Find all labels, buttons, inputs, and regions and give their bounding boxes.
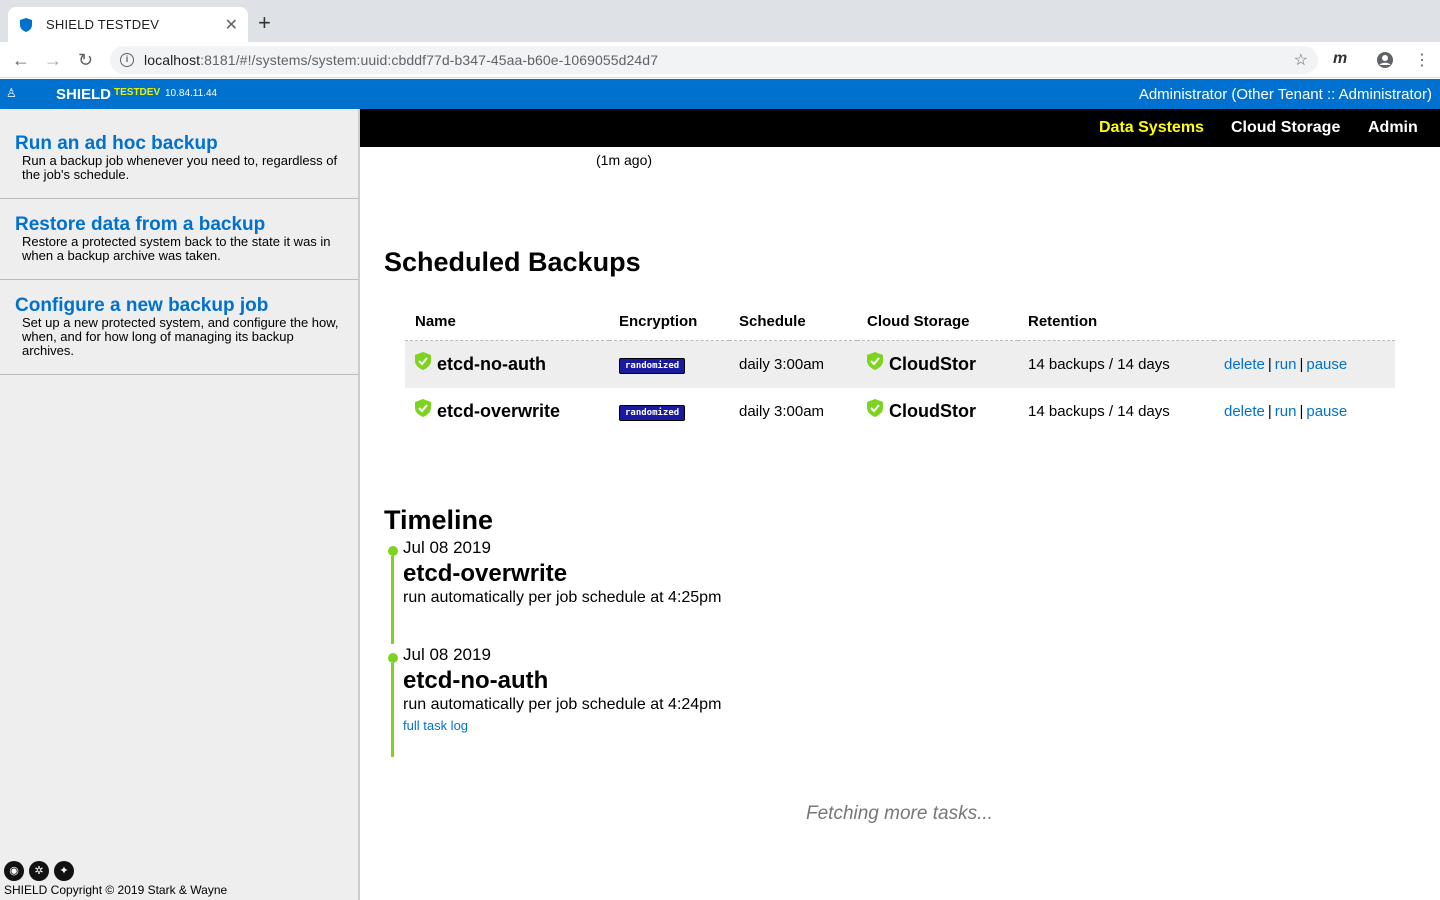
row-actions: delete | run | pause: [1224, 402, 1348, 420]
retention-cell: 14 backups / 14 days: [1028, 402, 1170, 420]
column-header: Retention: [1018, 307, 1214, 341]
sidebar-item-title[interactable]: Configure a new backup job: [15, 296, 344, 316]
schedule-cell: daily 3:00am: [729, 340, 857, 388]
sidebar-item-desc: Run a backup job whenever you need to, r…: [22, 153, 338, 182]
nav-admin[interactable]: Admin: [1368, 119, 1418, 137]
timeline-line: [391, 556, 394, 644]
timeline-dot: [388, 653, 398, 663]
user-menu[interactable]: Administrator (Other Tenant :: Administr…: [1139, 86, 1432, 103]
shield-check-icon: [415, 399, 431, 417]
table-header-row: Name Encryption Schedule Cloud Storage R…: [405, 307, 1395, 341]
menu-dots-icon[interactable]: ⋮: [1414, 50, 1430, 70]
column-header: Schedule: [729, 307, 857, 341]
run-link[interactable]: run: [1275, 356, 1297, 373]
bookmark-star-icon[interactable]: ☆: [1294, 50, 1308, 70]
timeline-entry: Jul 08 2019 etcd-no-auth run automatical…: [403, 645, 1003, 733]
timeline-date: Jul 08 2019: [403, 538, 491, 557]
nav-data-systems[interactable]: Data Systems: [1099, 119, 1204, 137]
column-header-actions: [1214, 307, 1395, 341]
shield-check-icon: [415, 352, 431, 371]
browser-toolbar: ← → ↻ i localhost:8181/#!/systems/system…: [0, 42, 1440, 78]
shield-check-icon: [867, 399, 883, 417]
browser-tabstrip: SHIELD TESTDEV ✕ +: [0, 0, 1440, 42]
column-header: Cloud Storage: [857, 307, 1018, 341]
settings-icon[interactable]: ✲: [29, 861, 49, 881]
timeline-desc: run automatically per job schedule at 4:…: [403, 696, 722, 713]
site-info-icon[interactable]: i: [120, 53, 134, 67]
delete-link[interactable]: delete: [1224, 403, 1265, 420]
sidebar-item-title[interactable]: Restore data from a backup: [15, 215, 344, 235]
url-text: localhost:8181/#!/systems/system:uuid:cb…: [144, 52, 659, 68]
encryption-badge: randomized: [619, 404, 686, 421]
top-nav: Data Systems Cloud Storage Admin: [360, 109, 1440, 147]
archive-relative-time: (1m ago): [596, 152, 653, 168]
sidebar-item-desc: Restore a protected system back to the s…: [22, 234, 331, 263]
archive-row-partial: (1m ago): [362, 147, 1440, 169]
fetching-status: Fetching more tasks...: [806, 803, 993, 824]
os-icons: ♙: [6, 86, 17, 100]
shield-check-icon: [867, 352, 883, 371]
nav-cloud-storage[interactable]: Cloud Storage: [1231, 119, 1340, 137]
brand-name[interactable]: SHIELD: [56, 86, 111, 103]
shield-favicon-icon: [20, 17, 32, 32]
ip-address: 10.84.11.44: [165, 88, 218, 99]
pause-link[interactable]: pause: [1306, 356, 1347, 373]
timeline-job[interactable]: etcd-no-auth: [403, 667, 1003, 695]
timeline-desc: run automatically per job schedule at 4:…: [403, 589, 722, 606]
linux-icon: ♙: [6, 86, 17, 100]
forward-arrow-icon[interactable]: →: [44, 50, 62, 70]
environment-label: TESTDEV: [114, 87, 161, 98]
address-bar[interactable]: i localhost:8181/#!/systems/system:uuid:…: [110, 46, 1318, 74]
table-row: etcd-overwrite randomized daily 3:00am C…: [405, 388, 1395, 435]
scheduled-backups-table: Name Encryption Schedule Cloud Storage R…: [405, 307, 1395, 435]
tab-title: SHIELD TESTDEV: [46, 17, 160, 32]
browser-tab[interactable]: SHIELD TESTDEV ✕: [8, 7, 248, 42]
timeline-job[interactable]: etcd-overwrite: [403, 560, 1003, 588]
profile-icon[interactable]: [1376, 51, 1394, 69]
column-header: Encryption: [609, 307, 729, 341]
app-header: ♙ SHIELD TESTDEV 10.84.11.44 Administrat…: [0, 79, 1440, 109]
timeline-line: [391, 663, 394, 757]
new-tab-button[interactable]: +: [258, 12, 271, 34]
back-arrow-icon[interactable]: ←: [12, 50, 30, 70]
timeline-date: Jul 08 2019: [403, 645, 491, 664]
job-name[interactable]: etcd-no-auth: [437, 354, 546, 375]
job-name[interactable]: etcd-overwrite: [437, 401, 560, 422]
sidebar-item-configure-job[interactable]: Configure a new backup job Set up a new …: [0, 280, 358, 375]
pause-link[interactable]: pause: [1306, 403, 1347, 420]
run-link[interactable]: run: [1275, 403, 1297, 420]
storage-name[interactable]: CloudStor: [889, 354, 976, 375]
timeline-title: Timeline: [384, 505, 494, 535]
sidebar-item-desc: Set up a new protected system, and confi…: [22, 315, 339, 358]
retention-cell: 14 backups / 14 days: [1018, 340, 1214, 388]
timeline-dot: [388, 546, 398, 556]
copyright: SHIELD Copyright © 2019 Stark & Wayne: [4, 883, 228, 897]
sidebar-item-restore[interactable]: Restore data from a backup Restore a pro…: [0, 199, 358, 280]
row-actions: delete | run | pause: [1214, 340, 1395, 388]
twitter-icon[interactable]: ✦: [54, 861, 74, 881]
sidebar: Run an ad hoc backup Run a backup job wh…: [0, 109, 360, 900]
extension-icon[interactable]: m: [1333, 50, 1347, 68]
main-content: (1m ago) Scheduled Backups Name Encrypti…: [362, 147, 1440, 900]
github-icon[interactable]: ◉: [4, 861, 24, 881]
table-row: etcd-no-auth randomized daily 3:00am Clo…: [405, 340, 1395, 388]
delete-link[interactable]: delete: [1224, 356, 1265, 373]
column-header: Name: [405, 307, 609, 341]
full-task-log-link[interactable]: full task log: [403, 718, 1003, 733]
encryption-badge: randomized: [619, 357, 686, 374]
reload-icon[interactable]: ↻: [78, 50, 93, 70]
timeline-entry: Jul 08 2019 etcd-overwrite run automatic…: [403, 538, 1003, 607]
sidebar-item-title[interactable]: Run an ad hoc backup: [15, 134, 344, 154]
schedule-cell: daily 3:00am: [739, 402, 825, 420]
sidebar-item-adhoc-backup[interactable]: Run an ad hoc backup Run a backup job wh…: [0, 109, 358, 199]
scheduled-backups-title: Scheduled Backups: [384, 247, 641, 277]
tab-close-icon[interactable]: ✕: [225, 15, 238, 35]
social-links: ◉ ✲ ✦: [4, 861, 74, 881]
storage-name[interactable]: CloudStor: [889, 401, 976, 422]
